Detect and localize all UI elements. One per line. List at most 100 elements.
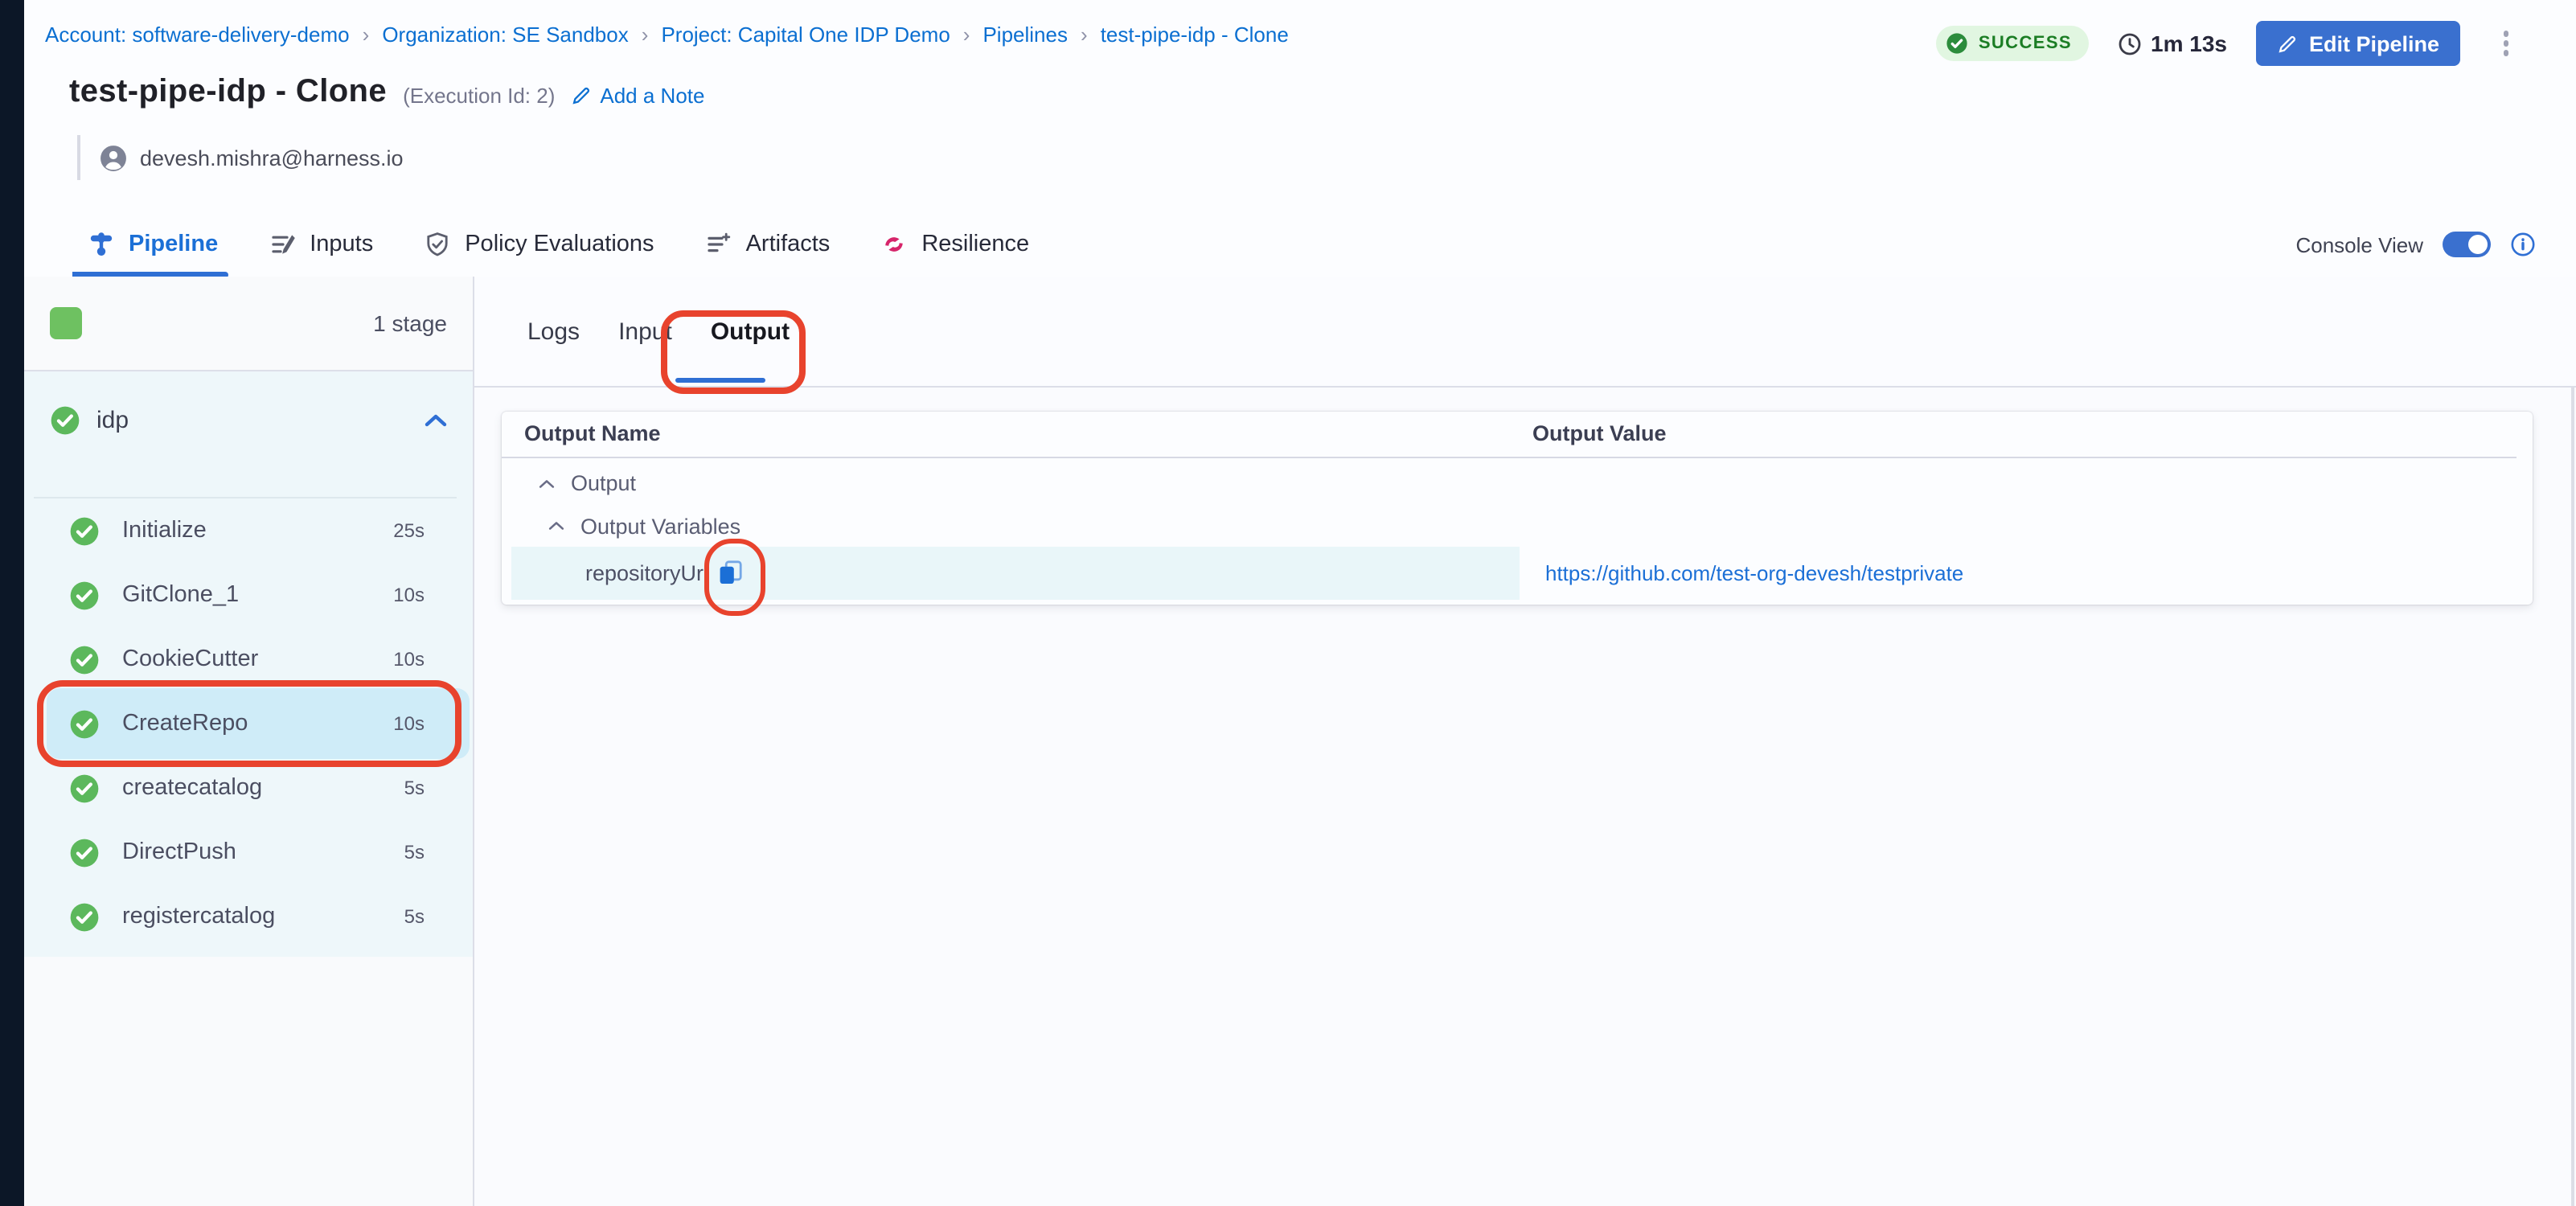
stage-status-square (50, 307, 82, 339)
header-actions: SUCCESS 1m 13s Edit Pipeline (1937, 19, 2460, 68)
breadcrumb-pipelines[interactable]: Pipelines (982, 23, 1068, 47)
execution-tabbar: Pipeline Inputs Policy Evaluations Artif… (24, 212, 2576, 278)
step-row-createcatalog[interactable]: createcatalog 5s (24, 756, 473, 820)
step-duration: 10s (393, 584, 425, 606)
output-variables-group-label: Output Variables (580, 514, 740, 538)
output-group-toggle[interactable]: Output (539, 461, 636, 505)
copy-icon[interactable] (717, 560, 743, 585)
stage-row-idp[interactable]: idp (24, 371, 473, 468)
tab-resilience-label: Resilience (921, 232, 1029, 257)
pencil-icon (571, 84, 592, 105)
status-badge: SUCCESS (1937, 26, 2088, 61)
breadcrumb-separator: › (963, 23, 970, 47)
tab-pipeline[interactable]: Pipeline (88, 232, 218, 257)
output-variables-group-toggle[interactable]: Output Variables (548, 505, 740, 547)
execution-duration: 1m 13s (2117, 31, 2227, 56)
column-header-output-name: Output Name (524, 412, 661, 457)
duration-value: 1m 13s (2151, 31, 2227, 56)
check-circle-icon (69, 708, 100, 739)
step-row-gitclone[interactable]: GitClone_1 10s (24, 563, 473, 627)
active-subtab-underline (675, 377, 765, 383)
stage-name: idp (96, 406, 129, 433)
step-duration: 5s (404, 777, 425, 799)
step-duration: 25s (393, 519, 425, 542)
step-details-subtabs: Logs Input Output (474, 277, 2576, 388)
success-check-icon (1946, 32, 1969, 55)
step-name: CookieCutter (122, 646, 258, 672)
chevron-up-icon (539, 478, 555, 488)
subtab-logs[interactable]: Logs (527, 318, 580, 345)
execution-id: (Execution Id: 2) (403, 83, 555, 107)
stage-section-idp: idp Initialize 25s GitClone_1 10s Cookie… (24, 371, 473, 957)
shield-check-icon (425, 232, 450, 257)
edit-pipeline-button[interactable]: Edit Pipeline (2256, 21, 2460, 66)
output-variable-value-link[interactable]: https://github.com/test-org-devesh/testp… (1545, 547, 1963, 600)
output-group-label: Output (571, 471, 636, 495)
tab-policy-evaluations[interactable]: Policy Evaluations (425, 232, 654, 257)
tab-inputs[interactable]: Inputs (269, 232, 373, 257)
step-duration: 5s (404, 841, 425, 863)
step-name: registercatalog (122, 904, 275, 929)
check-circle-icon (69, 580, 100, 610)
step-duration: 5s (404, 905, 425, 928)
page-header: Account: software-delivery-demo › Organi… (24, 0, 2576, 212)
check-circle-icon (69, 837, 100, 868)
scrollbar-track[interactable] (2571, 388, 2574, 1206)
more-options-menu[interactable] (2500, 27, 2512, 59)
add-note-label: Add a Note (600, 83, 704, 107)
page-title: test-pipe-idp - Clone (69, 74, 387, 111)
tab-resilience[interactable]: Resilience (881, 232, 1029, 257)
check-circle-icon (69, 515, 100, 546)
add-note-link[interactable]: Add a Note (571, 83, 704, 107)
output-variable-name: repositoryUrl (585, 547, 708, 600)
triggered-by: devesh.mishra@harness.io (77, 135, 404, 180)
step-row-registercatalog[interactable]: registercatalog 5s (24, 884, 473, 949)
subtab-output[interactable]: Output (711, 318, 790, 345)
user-avatar-icon (100, 144, 127, 171)
breadcrumb-separator: › (363, 23, 370, 47)
step-name: DirectPush (122, 839, 236, 865)
breadcrumb-project[interactable]: Project: Capital One IDP Demo (661, 23, 950, 47)
info-icon[interactable] (2510, 232, 2536, 257)
step-name: Initialize (122, 518, 207, 544)
user-email: devesh.mishra@harness.io (140, 146, 404, 170)
step-name: createcatalog (122, 775, 262, 801)
breadcrumb: Account: software-delivery-demo › Organi… (45, 23, 1289, 47)
breadcrumb-separator: › (642, 23, 649, 47)
breadcrumb-account[interactable]: Account: software-delivery-demo (45, 23, 350, 47)
stages-sidebar: 1 stage idp Initialize 25s GitClone_1 (24, 277, 474, 1206)
pencil-icon (2277, 33, 2298, 54)
title-row: test-pipe-idp - Clone (Execution Id: 2) … (69, 74, 704, 111)
tab-artifacts-label: Artifacts (746, 232, 831, 257)
step-row-directpush[interactable]: DirectPush 5s (24, 820, 473, 884)
console-view-label: Console View (2295, 232, 2423, 256)
left-nav-rail (0, 0, 24, 1206)
output-table-card: Output Name Output Value Output Output V… (502, 412, 2533, 605)
tab-pipeline-label: Pipeline (129, 232, 218, 257)
divider (502, 457, 2517, 458)
check-circle-icon (50, 404, 80, 435)
edit-pipeline-label: Edit Pipeline (2309, 31, 2439, 55)
console-view-toggle[interactable] (2443, 232, 2491, 257)
pipeline-icon (88, 232, 114, 257)
chevron-up-icon (548, 521, 564, 531)
tab-inputs-label: Inputs (310, 232, 373, 257)
console-view-control: Console View (2295, 212, 2536, 277)
breadcrumb-current-pipeline[interactable]: test-pipe-idp - Clone (1101, 23, 1289, 47)
step-row-initialize[interactable]: Initialize 25s (24, 498, 473, 563)
tab-artifacts[interactable]: Artifacts (706, 232, 831, 257)
step-duration: 10s (393, 648, 425, 671)
inputs-icon (269, 232, 295, 257)
check-circle-icon (69, 901, 100, 932)
chevron-up-icon[interactable] (425, 412, 447, 427)
step-name: CreateRepo (122, 711, 248, 736)
tab-policy-evaluations-label: Policy Evaluations (465, 232, 654, 257)
breadcrumb-organization[interactable]: Organization: SE Sandbox (382, 23, 628, 47)
subtab-input[interactable]: Input (618, 318, 672, 345)
harness-execution-page: Account: software-delivery-demo › Organi… (0, 0, 2576, 1206)
step-row-createrepo-selected[interactable]: CreateRepo 10s (24, 691, 473, 756)
breadcrumb-separator: › (1081, 23, 1088, 47)
stage-summary-header: 1 stage (24, 277, 473, 371)
status-label: SUCCESS (1979, 34, 2072, 53)
step-row-cookiecutter[interactable]: CookieCutter 10s (24, 627, 473, 691)
